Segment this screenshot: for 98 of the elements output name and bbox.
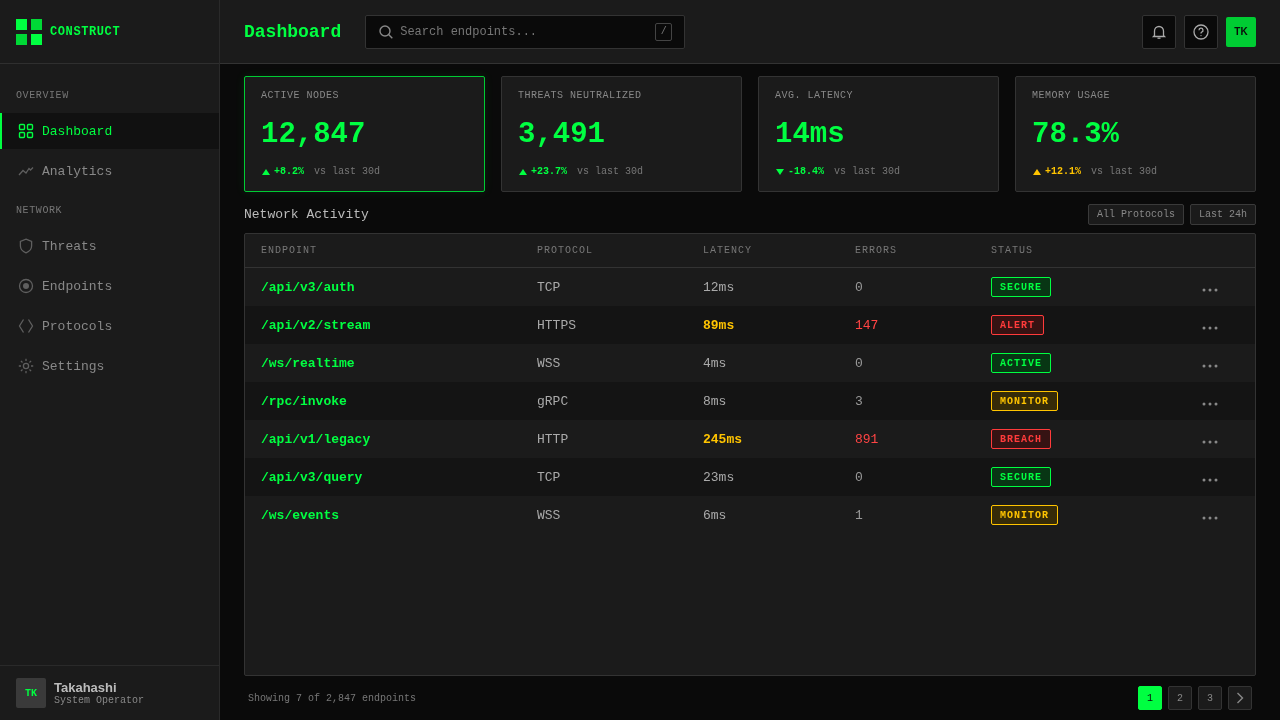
status-badge: SECURE — [991, 277, 1051, 297]
errors-cell: 147 — [855, 317, 879, 333]
column-header: PROTOCOL — [537, 245, 593, 256]
latency-cell: 4ms — [703, 355, 727, 371]
nav-section-label: NETWORK — [16, 205, 63, 217]
stat-note: vs last 30d — [577, 166, 644, 178]
more-icon — [1202, 478, 1218, 482]
status-badge: MONITOR — [991, 505, 1058, 525]
nav-item[interactable]: Threats — [0, 228, 219, 264]
stat-label: MEMORY USAGE — [1032, 90, 1110, 102]
nav-item[interactable]: Dashboard — [0, 113, 219, 149]
stat-note: vs last 30d — [1091, 166, 1158, 178]
stat-change: +12.1% — [1045, 166, 1081, 178]
column-header: LATENCY — [703, 245, 752, 256]
protocol-cell: TCP — [537, 279, 561, 295]
endpoint-cell: /api/v3/auth — [261, 279, 355, 295]
user-avatar: TK — [16, 678, 46, 708]
latency-cell: 8ms — [703, 393, 727, 409]
latency-cell: 89ms — [703, 317, 735, 333]
protocol-cell: gRPC — [537, 393, 569, 409]
endpoint-cell: /rpc/invoke — [261, 393, 347, 409]
filter-button[interactable]: Last 24h — [1190, 204, 1256, 225]
errors-cell: 1 — [855, 507, 863, 523]
latency-cell: 6ms — [703, 507, 727, 523]
search-icon — [379, 24, 394, 39]
errors-cell: 0 — [855, 469, 863, 485]
column-header: ENDPOINT — [261, 245, 317, 256]
more-icon — [1202, 288, 1218, 292]
endpoint-cell: /api/v3/query — [261, 469, 363, 485]
stat-value: 12,847 — [261, 118, 366, 152]
column-header: ERRORS — [855, 245, 897, 256]
errors-cell: 0 — [855, 355, 863, 371]
status-badge: SECURE — [991, 467, 1051, 487]
latency-cell: 245ms — [703, 431, 742, 447]
next-page-button[interactable] — [1228, 686, 1252, 710]
stat-note: vs last 30d — [834, 166, 901, 178]
stat-value: 78.3% — [1032, 118, 1119, 152]
page-button[interactable]: 3 — [1198, 686, 1222, 710]
code-brackets-icon — [18, 318, 34, 334]
errors-cell: 3 — [855, 393, 863, 409]
more-icon — [1202, 516, 1218, 520]
stat-note: vs last 30d — [314, 166, 381, 178]
logo-icon — [16, 18, 42, 45]
stat-value: 3,491 — [518, 118, 605, 152]
protocol-cell: WSS — [537, 507, 561, 523]
latency-cell: 12ms — [703, 279, 735, 295]
protocol-cell: WSS — [537, 355, 561, 371]
more-icon — [1202, 402, 1218, 406]
protocol-cell: HTTP — [537, 431, 569, 447]
errors-cell: 0 — [855, 279, 863, 295]
grid-icon — [18, 123, 34, 139]
more-icon — [1202, 364, 1218, 368]
stat-change: +8.2% — [274, 166, 304, 178]
more-icon — [1202, 440, 1218, 444]
endpoint-cell: /ws/realtime — [261, 355, 355, 371]
protocol-cell: HTTPS — [537, 317, 576, 333]
endpoint-cell: /api/v2/stream — [261, 317, 371, 333]
user-role: System Operator — [54, 694, 144, 707]
user-avatar[interactable]: TK — [1226, 16, 1256, 47]
status-badge: ACTIVE — [991, 353, 1051, 373]
stat-change: -18.4% — [788, 166, 824, 178]
status-badge: ALERT — [991, 315, 1044, 335]
chevron-right-icon — [1236, 692, 1244, 704]
protocol-cell: TCP — [537, 469, 561, 485]
endpoint-cell: /api/v1/legacy — [261, 431, 371, 447]
status-badge: BREACH — [991, 429, 1051, 449]
filter-button[interactable]: All Protocols — [1087, 204, 1184, 225]
stat-value: 14ms — [775, 118, 845, 152]
settings-icon — [18, 358, 34, 374]
nav-section-label: OVERVIEW — [16, 90, 69, 102]
shortcut-hint: / — [655, 22, 673, 41]
stat-label: ACTIVE NODES — [261, 90, 339, 102]
user-name: Takahashi — [54, 679, 118, 695]
status-badge: MONITOR — [991, 391, 1058, 411]
brand-name: CONSTRUCT — [50, 24, 121, 39]
endpoint-cell: /ws/events — [261, 507, 339, 523]
help-icon — [1193, 23, 1209, 40]
page-title: Dashboard — [244, 21, 342, 42]
more-icon — [1202, 326, 1218, 330]
target-icon — [18, 278, 34, 294]
help-button[interactable] — [1184, 14, 1218, 49]
stat-label: THREATS NEUTRALIZED — [518, 90, 642, 102]
page-button[interactable]: 1 — [1138, 686, 1162, 710]
bell-icon — [1151, 23, 1167, 40]
section-title: Network Activity — [244, 207, 369, 222]
column-header: STATUS — [991, 245, 1033, 256]
nav-item[interactable]: Protocols — [0, 308, 219, 344]
stat-change: +23.7% — [531, 166, 567, 178]
nav-item[interactable]: Analytics — [0, 153, 219, 189]
latency-cell: 23ms — [703, 469, 735, 485]
nav-item[interactable]: Endpoints — [0, 268, 219, 304]
errors-cell: 891 — [855, 431, 879, 447]
nav-item[interactable]: Settings — [0, 348, 219, 384]
page-button[interactable]: 2 — [1168, 686, 1192, 710]
notifications-button[interactable] — [1142, 14, 1176, 49]
shield-icon — [18, 238, 34, 254]
results-summary: Showing 7 of 2,847 endpoints — [248, 692, 417, 704]
stat-label: AVG. LATENCY — [775, 90, 853, 102]
